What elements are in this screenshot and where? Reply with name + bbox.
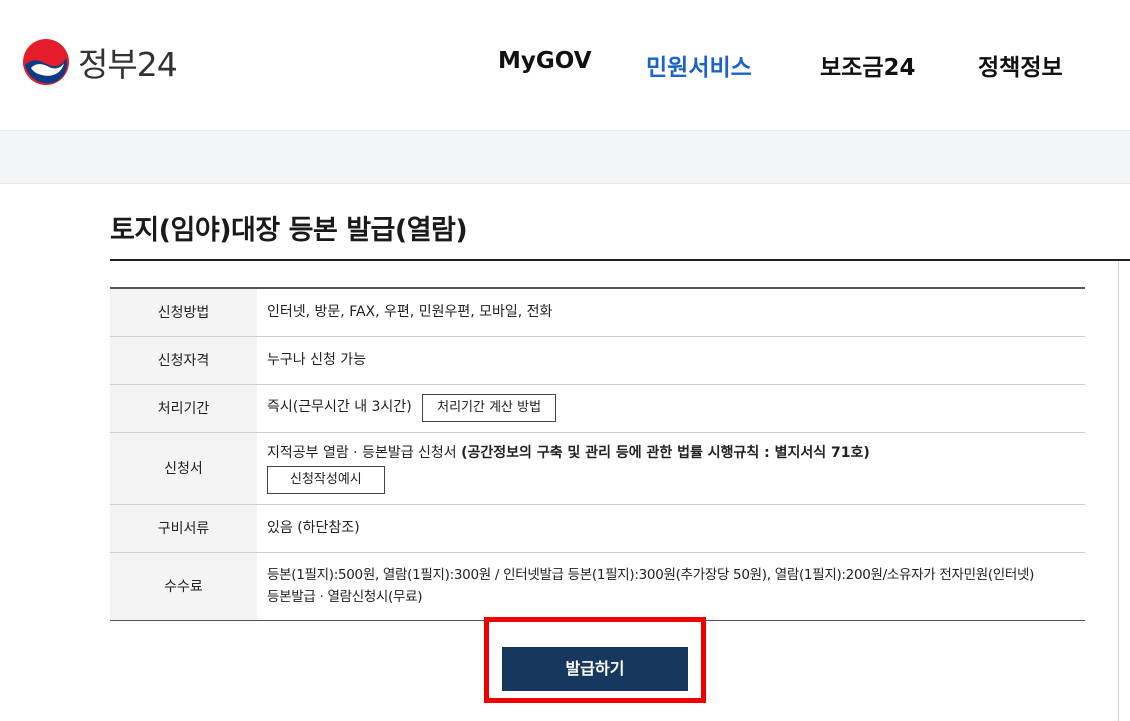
row-label-eligibility: 신청자격	[110, 336, 257, 384]
row-value-fee: 등본(1필지):500원, 열람(1필지):300원 / 인터넷발급 등본(1필…	[257, 552, 1085, 620]
row-value-application-form: 지적공부 열람 · 등본발급 신청서 (공간정보의 구축 및 관리 등에 관한 …	[257, 432, 1085, 504]
application-form-law-ref: (공간정보의 구축 및 관리 등에 관한 법률 시행규칙 : 별지서식 71호)	[461, 445, 870, 461]
row-label-required-docs: 구비서류	[110, 504, 257, 552]
row-label-fee: 수수료	[110, 552, 257, 620]
table-row: 처리기간 즉시(근무시간 내 3시간) 처리기간 계산 방법	[110, 384, 1085, 432]
service-info-table: 신청방법 인터넷, 방문, FAX, 우편, 민원우편, 모바일, 전화 신청자…	[110, 287, 1085, 621]
nav-item-policy-info[interactable]: 정책정보	[978, 48, 1063, 82]
row-value-eligibility: 누구나 신청 가능	[267, 352, 367, 368]
nav-item-mygov[interactable]: MyGOV	[498, 48, 592, 74]
nav-item-civil-service[interactable]: 민원서비스	[646, 48, 752, 82]
table-row: 신청자격 누구나 신청 가능	[110, 336, 1085, 384]
fee-line-2: 등본발급 · 열람신청시(무료)	[267, 589, 423, 605]
application-form-name: 지적공부 열람 · 등본발급 신청서	[267, 445, 462, 461]
right-divider	[1118, 261, 1119, 721]
row-label-method: 신청방법	[110, 288, 257, 336]
processing-time-text: 즉시(근무시간 내 3시간)	[267, 399, 412, 415]
row-value-method: 인터넷, 방문, FAX, 우편, 민원우편, 모바일, 전화	[267, 304, 553, 321]
processing-time-calc-button[interactable]: 처리기간 계산 방법	[422, 394, 557, 422]
row-value-processing-time: 즉시(근무시간 내 3시간) 처리기간 계산 방법	[257, 384, 1085, 432]
nav-item-subsidy24[interactable]: 보조금24	[820, 48, 916, 82]
table-row: 신청서 지적공부 열람 · 등본발급 신청서 (공간정보의 구축 및 관리 등에…	[110, 432, 1085, 504]
site-header: 정부24 MyGOV 민원서비스 보조금24 정책정보	[0, 0, 1130, 130]
breadcrumb-band	[0, 130, 1130, 184]
table-row: 구비서류 있음 (하단참조)	[110, 504, 1085, 552]
row-label-application-form: 신청서	[110, 432, 257, 504]
page-title: 토지(임야)대장 등본 발급(열람)	[110, 215, 468, 246]
main-nav: MyGOV 민원서비스 보조금24 정책정보	[0, 48, 1130, 82]
issue-button[interactable]: 발급하기	[502, 647, 688, 691]
table-row: 수수료 등본(1필지):500원, 열람(1필지):300원 / 인터넷발급 등…	[110, 552, 1085, 620]
table-row: 신청방법 인터넷, 방문, FAX, 우편, 민원우편, 모바일, 전화	[110, 288, 1085, 336]
row-label-processing-time: 처리기간	[110, 384, 257, 432]
title-divider	[110, 259, 1130, 261]
application-example-button[interactable]: 신청작성예시	[267, 466, 385, 494]
fee-line-1: 등본(1필지):500원, 열람(1필지):300원 / 인터넷발급 등본(1필…	[267, 567, 1035, 583]
row-value-required-docs: 있음 (하단참조)	[267, 520, 360, 536]
